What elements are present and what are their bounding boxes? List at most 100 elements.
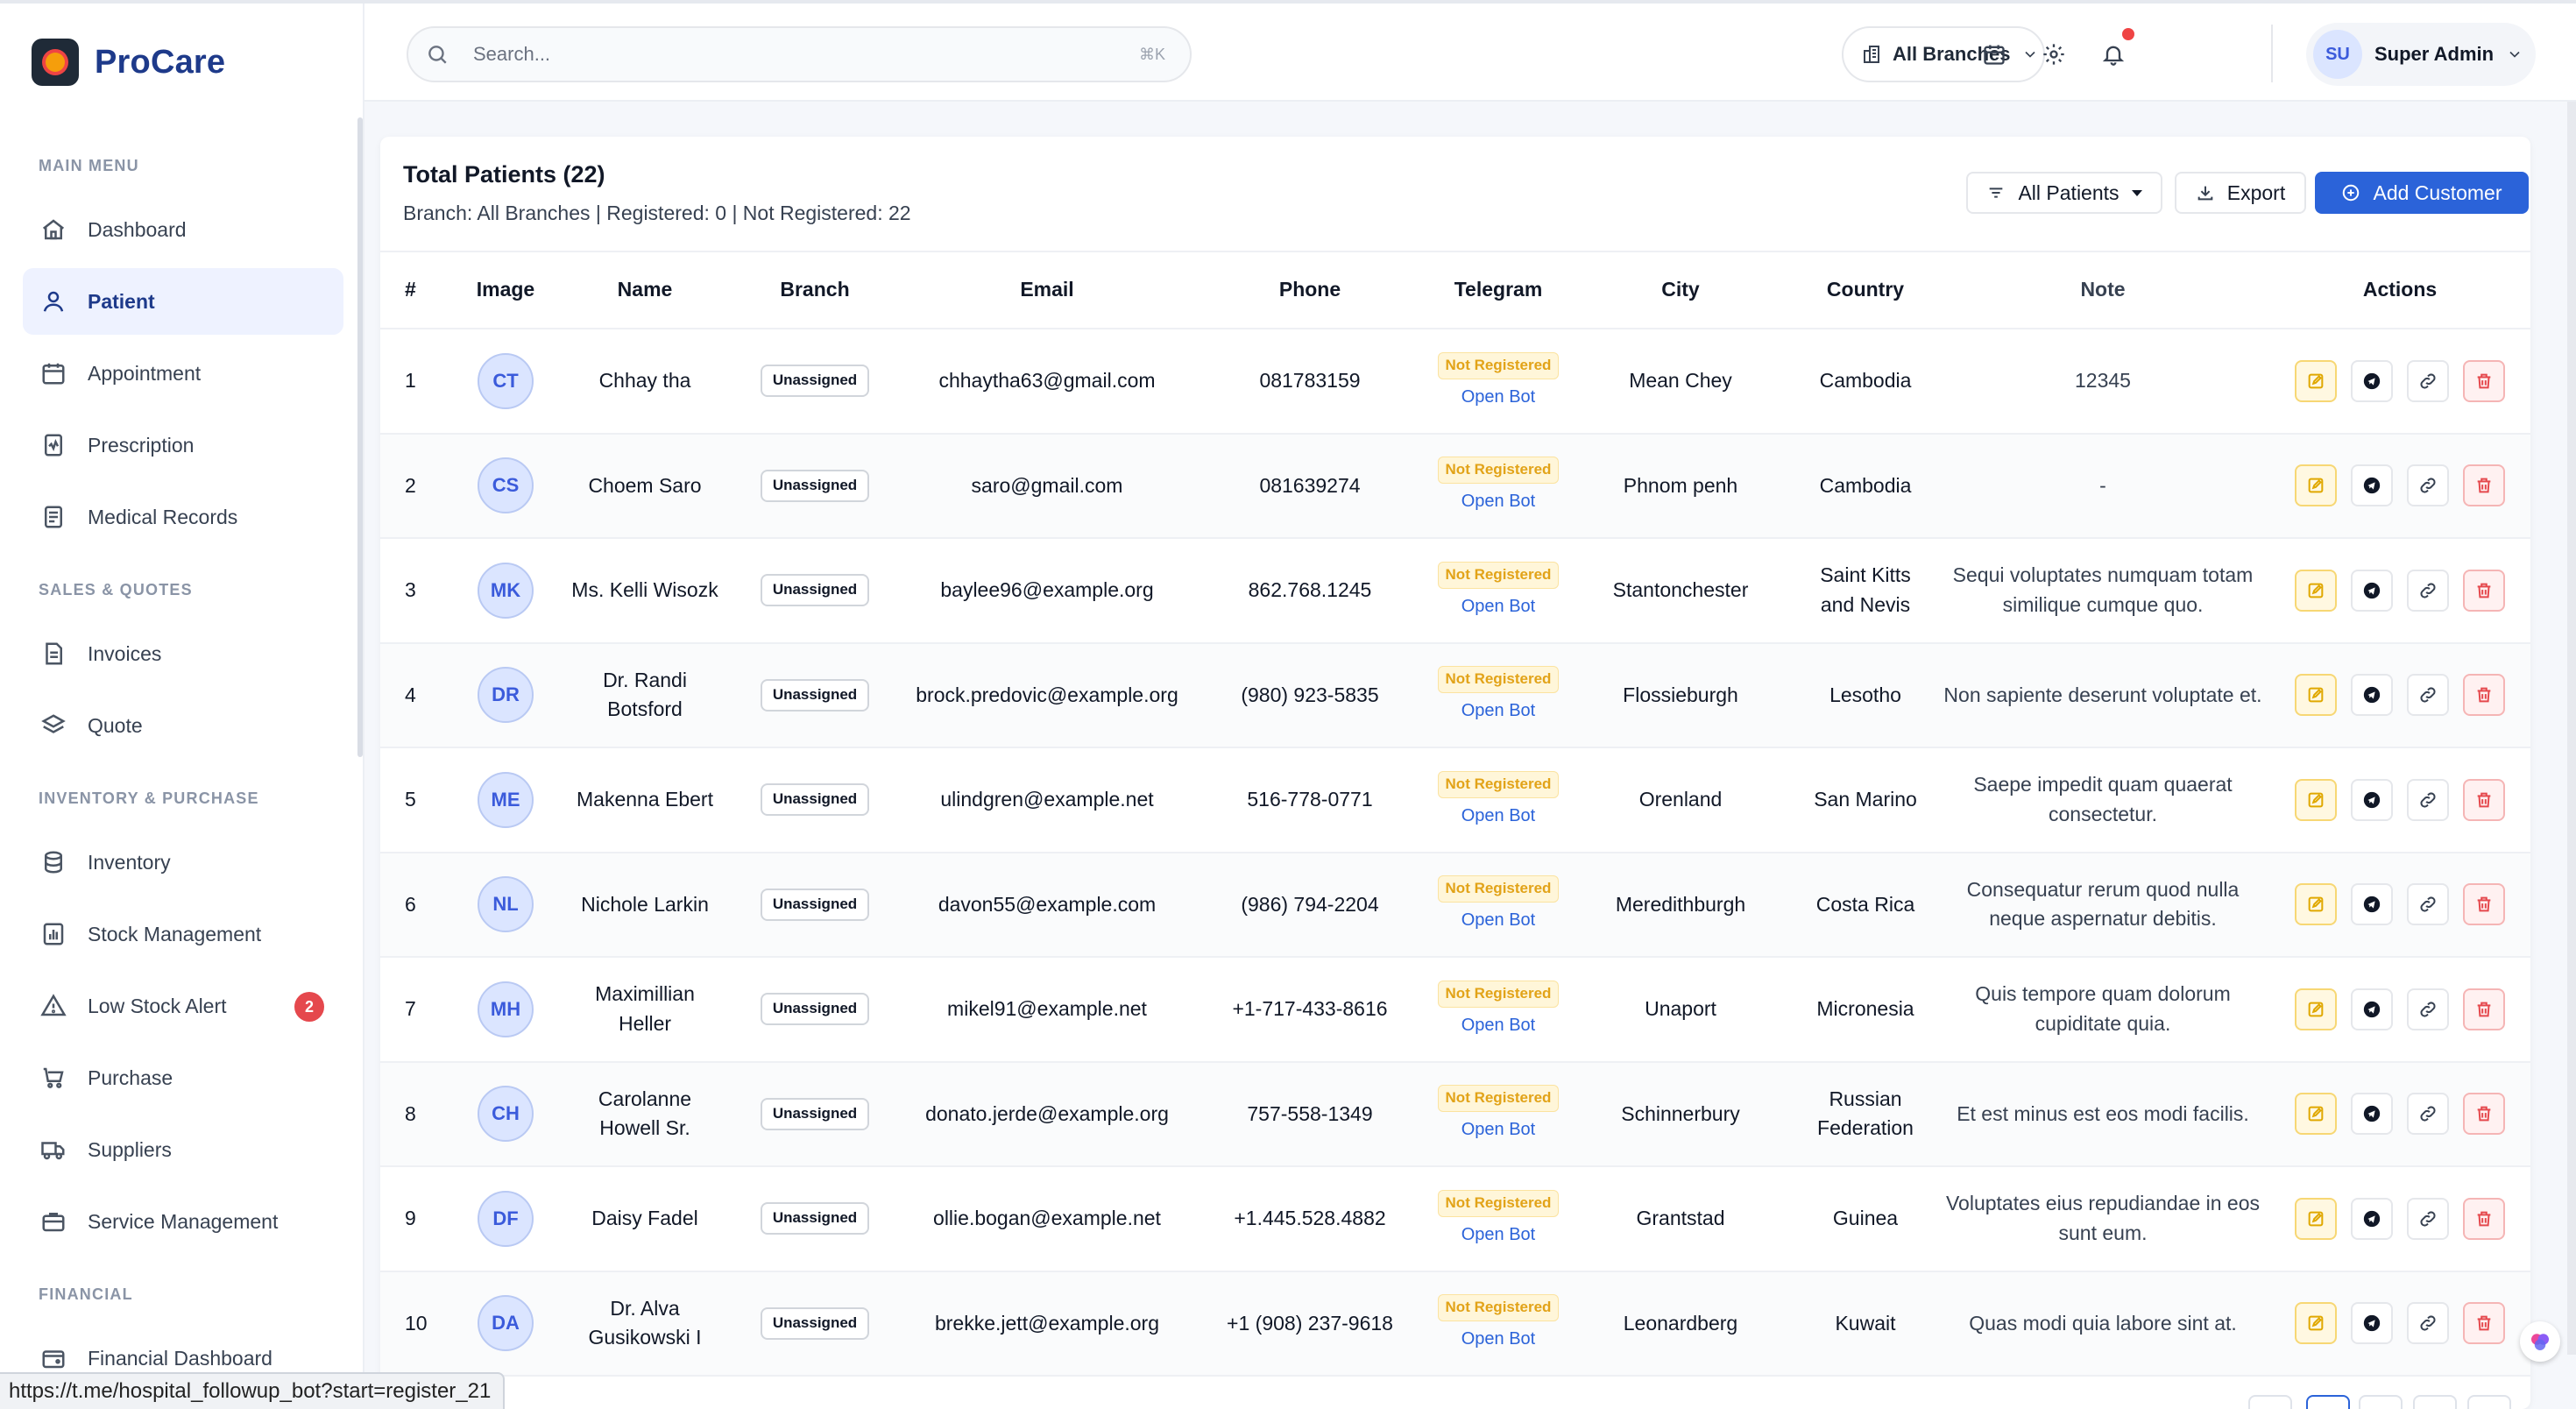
sidebar-item-purchase[interactable]: Purchase	[23, 1044, 343, 1111]
sidebar-item-stock-management[interactable]: Stock Management	[23, 901, 343, 967]
telegram-button[interactable]	[2351, 1093, 2393, 1136]
copy-link-button[interactable]	[2407, 674, 2449, 717]
sidebar-item-medical-records[interactable]: Medical Records	[23, 484, 343, 550]
notifications-button[interactable]	[2091, 28, 2136, 77]
edit-button[interactable]	[2295, 674, 2337, 717]
pagination-button[interactable]	[2359, 1395, 2403, 1409]
copy-link-button[interactable]	[2407, 778, 2449, 821]
telegram-button[interactable]	[2351, 569, 2393, 612]
edit-button[interactable]	[2295, 883, 2337, 926]
column-header[interactable]: #	[380, 275, 447, 304]
open-bot-link[interactable]: Open Bot	[1461, 1117, 1536, 1143]
row-number: 6	[405, 892, 416, 916]
delete-button[interactable]	[2463, 359, 2505, 402]
delete-button[interactable]	[2463, 674, 2505, 717]
search-input[interactable]: Search... ⌘K	[407, 26, 1192, 82]
edit-button[interactable]	[2295, 1197, 2337, 1240]
user-menu[interactable]: SU Super Admin	[2306, 23, 2536, 86]
sidebar-item-service-management[interactable]: Service Management	[23, 1188, 343, 1255]
open-bot-link[interactable]: Open Bot	[1461, 698, 1536, 724]
copy-link-button[interactable]	[2407, 359, 2449, 402]
column-header[interactable]: Image	[447, 275, 564, 304]
telegram-button[interactable]	[2351, 988, 2393, 1030]
edit-button[interactable]	[2295, 778, 2337, 821]
telegram-button[interactable]	[2351, 674, 2393, 717]
edit-button[interactable]	[2295, 1302, 2337, 1345]
telegram-button[interactable]	[2351, 464, 2393, 507]
layers-icon	[39, 711, 68, 740]
sidebar-item-inventory[interactable]: Inventory	[23, 829, 343, 896]
copy-link-button[interactable]	[2407, 1197, 2449, 1240]
sidebar-scrollbar[interactable]	[357, 117, 363, 757]
edit-button[interactable]	[2295, 988, 2337, 1030]
sidebar-item-patient[interactable]: Patient	[23, 268, 343, 335]
telegram-button[interactable]	[2351, 778, 2393, 821]
calendar-button[interactable]	[1971, 32, 2017, 77]
column-header[interactable]: Name	[564, 275, 725, 304]
copy-link-button[interactable]	[2407, 464, 2449, 507]
column-header[interactable]: Telegram	[1430, 275, 1567, 304]
sidebar-item-low-stock-alert[interactable]: Low Stock Alert 2	[23, 973, 343, 1039]
pagination-button[interactable]	[2306, 1395, 2350, 1409]
copy-link-button[interactable]	[2407, 988, 2449, 1030]
delete-button[interactable]	[2463, 1197, 2505, 1240]
open-bot-link[interactable]: Open Bot	[1461, 908, 1536, 933]
open-bot-link[interactable]: Open Bot	[1461, 804, 1536, 829]
pagination-button[interactable]	[2248, 1395, 2292, 1409]
column-header[interactable]: Actions	[2269, 275, 2530, 304]
patient-name: Dr. Alva Gusikowski I	[588, 1296, 702, 1349]
actions-cell	[2269, 674, 2530, 717]
row-number: 7	[405, 997, 416, 1021]
open-bot-link[interactable]: Open Bot	[1461, 594, 1536, 620]
copy-link-button[interactable]	[2407, 569, 2449, 612]
delete-button[interactable]	[2463, 569, 2505, 612]
column-header[interactable]: Country	[1794, 275, 1936, 304]
edit-button[interactable]	[2295, 464, 2337, 507]
page-scrollbar[interactable]	[2567, 102, 2576, 1355]
edit-button[interactable]	[2295, 1093, 2337, 1136]
edit-button[interactable]	[2295, 359, 2337, 402]
telegram-button[interactable]	[2351, 883, 2393, 926]
brand[interactable]: ProCare	[32, 39, 225, 86]
sidebar-item-prescription[interactable]: Prescription	[23, 412, 343, 478]
sidebar-item-appointment[interactable]: Appointment	[23, 340, 343, 407]
open-bot-link[interactable]: Open Bot	[1461, 1222, 1536, 1248]
pagination-button[interactable]	[2467, 1395, 2511, 1409]
copy-link-button[interactable]	[2407, 1093, 2449, 1136]
sidebar-item-invoices[interactable]: Invoices	[23, 620, 343, 687]
delete-button[interactable]	[2463, 464, 2505, 507]
open-bot-link[interactable]: Open Bot	[1461, 1327, 1536, 1352]
settings-button[interactable]	[2031, 32, 2077, 77]
column-header[interactable]: Email	[904, 275, 1190, 304]
sidebar-item-quote[interactable]: Quote	[23, 692, 343, 759]
delete-button[interactable]	[2463, 988, 2505, 1030]
image-cell: MH	[447, 981, 564, 1037]
column-header[interactable]: Branch	[725, 275, 904, 304]
sidebar-item-suppliers[interactable]: Suppliers	[23, 1116, 343, 1183]
sidebar-item-dashboard[interactable]: Dashboard	[23, 196, 343, 263]
patient-filter-dropdown[interactable]: All Patients	[1966, 172, 2162, 214]
open-bot-link[interactable]: Open Bot	[1461, 489, 1536, 514]
assistant-fab[interactable]	[2520, 1321, 2560, 1362]
actions-cell	[2269, 988, 2530, 1030]
open-bot-link[interactable]: Open Bot	[1461, 385, 1536, 410]
delete-button[interactable]	[2463, 883, 2505, 926]
pagination-button[interactable]	[2413, 1395, 2457, 1409]
image-cell: CT	[447, 352, 564, 409]
open-bot-link[interactable]: Open Bot	[1461, 1013, 1536, 1038]
add-customer-button[interactable]: Add Customer	[2315, 172, 2529, 214]
telegram-button[interactable]	[2351, 1197, 2393, 1240]
delete-button[interactable]	[2463, 1093, 2505, 1136]
column-header[interactable]: Phone	[1190, 275, 1430, 304]
telegram-button[interactable]	[2351, 1302, 2393, 1345]
delete-button[interactable]	[2463, 1302, 2505, 1345]
edit-button[interactable]	[2295, 569, 2337, 612]
export-button[interactable]: Export	[2175, 172, 2306, 214]
column-header[interactable]: City	[1567, 275, 1794, 304]
telegram-button[interactable]	[2351, 359, 2393, 402]
delete-button[interactable]	[2463, 778, 2505, 821]
copy-link-button[interactable]	[2407, 1302, 2449, 1345]
column-header[interactable]: Note	[1936, 275, 2269, 304]
copy-link-button[interactable]	[2407, 883, 2449, 926]
filter-icon	[1990, 188, 2003, 198]
